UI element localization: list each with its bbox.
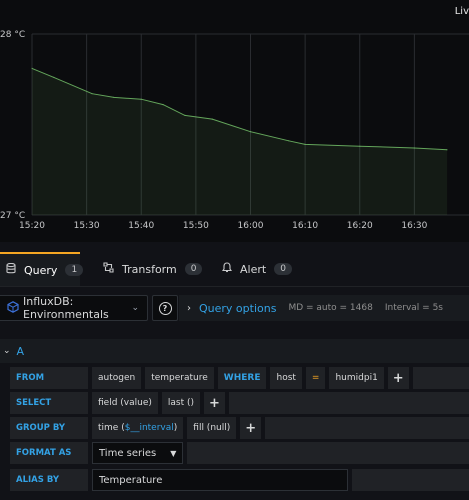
row-filler [187,442,469,464]
tab-query[interactable]: Query 1 [0,252,84,286]
help-button[interactable]: ? [152,295,178,321]
chart-canvas [31,33,469,216]
where-tag-key[interactable]: host [270,367,302,389]
x-tick-label: 16:00 [237,221,264,231]
format-keyword: FORMAT AS [10,442,88,464]
select-row: SELECT field (value) last () + [10,392,469,414]
group-time-prefix: time ( [98,423,125,433]
from-keyword: FROM [10,367,88,389]
data-point [140,98,142,100]
where-operator[interactable]: = [305,367,326,389]
query-tabs: Query 1 Transform 0 Alert 0 [0,252,469,288]
tab-transform-label: Transform [122,262,177,276]
x-tick-label: 15:40 [128,221,155,231]
graph-panel: Liv 28 °C 27 °C 15:20 15:30 15:40 15:50 16:00 1… [0,0,469,242]
x-tick-label: 16:10 [292,221,319,231]
group-by-fill[interactable]: fill (null) [187,417,237,439]
retention-policy[interactable]: autogen [92,367,142,389]
data-point [304,143,306,145]
live-label: Liv [454,6,469,17]
add-where-button[interactable]: + [387,367,409,389]
chevron-down-icon: ⌄ [131,303,139,313]
x-tick-label: 15:30 [73,221,100,231]
tab-transform[interactable]: Transform 0 [103,252,203,286]
row-filler [265,417,469,439]
datasource-picker[interactable]: InfluxDB: Environmentals ⌄ [0,295,148,321]
group-by-row: GROUP BY time ($__interval) fill (null) … [10,417,469,439]
series-area [32,68,448,216]
alias-row: ALIAS BY Temperature [10,469,469,491]
select-field[interactable]: field (value) [92,392,158,414]
data-point [53,76,55,78]
query-ref-id: A [16,344,25,358]
from-row: FROM autogen temperature WHERE host = hu… [10,367,469,389]
tab-alert-label: Alert [240,262,267,276]
format-value: Time series [99,447,157,459]
group-time-variable: $__interval [124,423,174,433]
group-by-time[interactable]: time ($__interval) [92,417,184,439]
max-data-points: MD = auto = 1468 [288,303,373,313]
tab-alert[interactable]: Alert 0 [221,252,292,286]
x-tick-label: 15:50 [182,221,209,231]
query-options-toggle[interactable]: › Query options MD = auto = 1468 Interva… [179,295,469,321]
select-keyword: SELECT [10,392,88,414]
add-group-by-button[interactable]: + [240,417,262,439]
transform-icon [103,262,114,276]
data-point [211,118,213,120]
query-header[interactable]: ⌄ A [0,339,469,363]
data-point [91,93,93,95]
row-filler [412,367,469,389]
query-editor: ⌄ A FROM autogen temperature WHERE host … [0,339,469,500]
select-aggregation[interactable]: last () [161,392,201,414]
chevron-right-icon: › [187,302,191,314]
format-select[interactable]: Time series ▼ [92,442,184,464]
question-icon: ? [158,301,172,315]
interval-info: Interval = 5s [384,303,443,313]
data-point [359,145,361,147]
caret-down-icon: ▼ [170,448,177,458]
query-options-label: Query options [199,301,277,315]
y-tick-label: 28 °C [0,30,26,40]
measurement[interactable]: temperature [145,367,214,389]
x-tick-label: 16:20 [346,221,373,231]
where-tag-value[interactable]: humidpi1 [329,367,384,389]
add-select-button[interactable]: + [204,392,225,414]
row-filler [352,469,469,491]
alias-keyword: ALIAS BY [10,469,88,491]
x-tick-label: 15:20 [19,221,45,231]
tab-query-count: 1 [65,264,84,276]
datasource-name: InfluxDB: Environmentals [23,295,109,321]
data-point [446,149,448,151]
bell-icon [221,262,233,276]
row-filler [228,392,469,414]
alias-input[interactable]: Temperature [92,469,348,491]
data-point [249,131,252,133]
data-point [184,114,186,116]
tab-query-label: Query [24,263,58,277]
collapse-icon[interactable]: ⌄ [3,346,11,356]
group-time-suffix: ) [173,423,178,433]
data-point [162,104,164,106]
data-point [413,147,415,149]
database-icon [6,262,16,277]
data-point [113,96,115,98]
tab-transform-count: 0 [184,263,203,275]
query-options-row: InfluxDB: Environmentals ⌄ ? › Query opt… [0,287,469,337]
group-by-keyword: GROUP BY [10,417,88,439]
format-row: FORMAT AS Time series ▼ [10,442,469,464]
data-point [288,140,290,142]
y-tick-label: 27 °C [0,211,26,221]
influxdb-icon [7,300,19,316]
data-point [31,67,33,69]
x-tick-label: 16:30 [401,221,428,231]
tab-alert-count: 0 [274,263,292,275]
where-keyword: WHERE [217,367,267,389]
